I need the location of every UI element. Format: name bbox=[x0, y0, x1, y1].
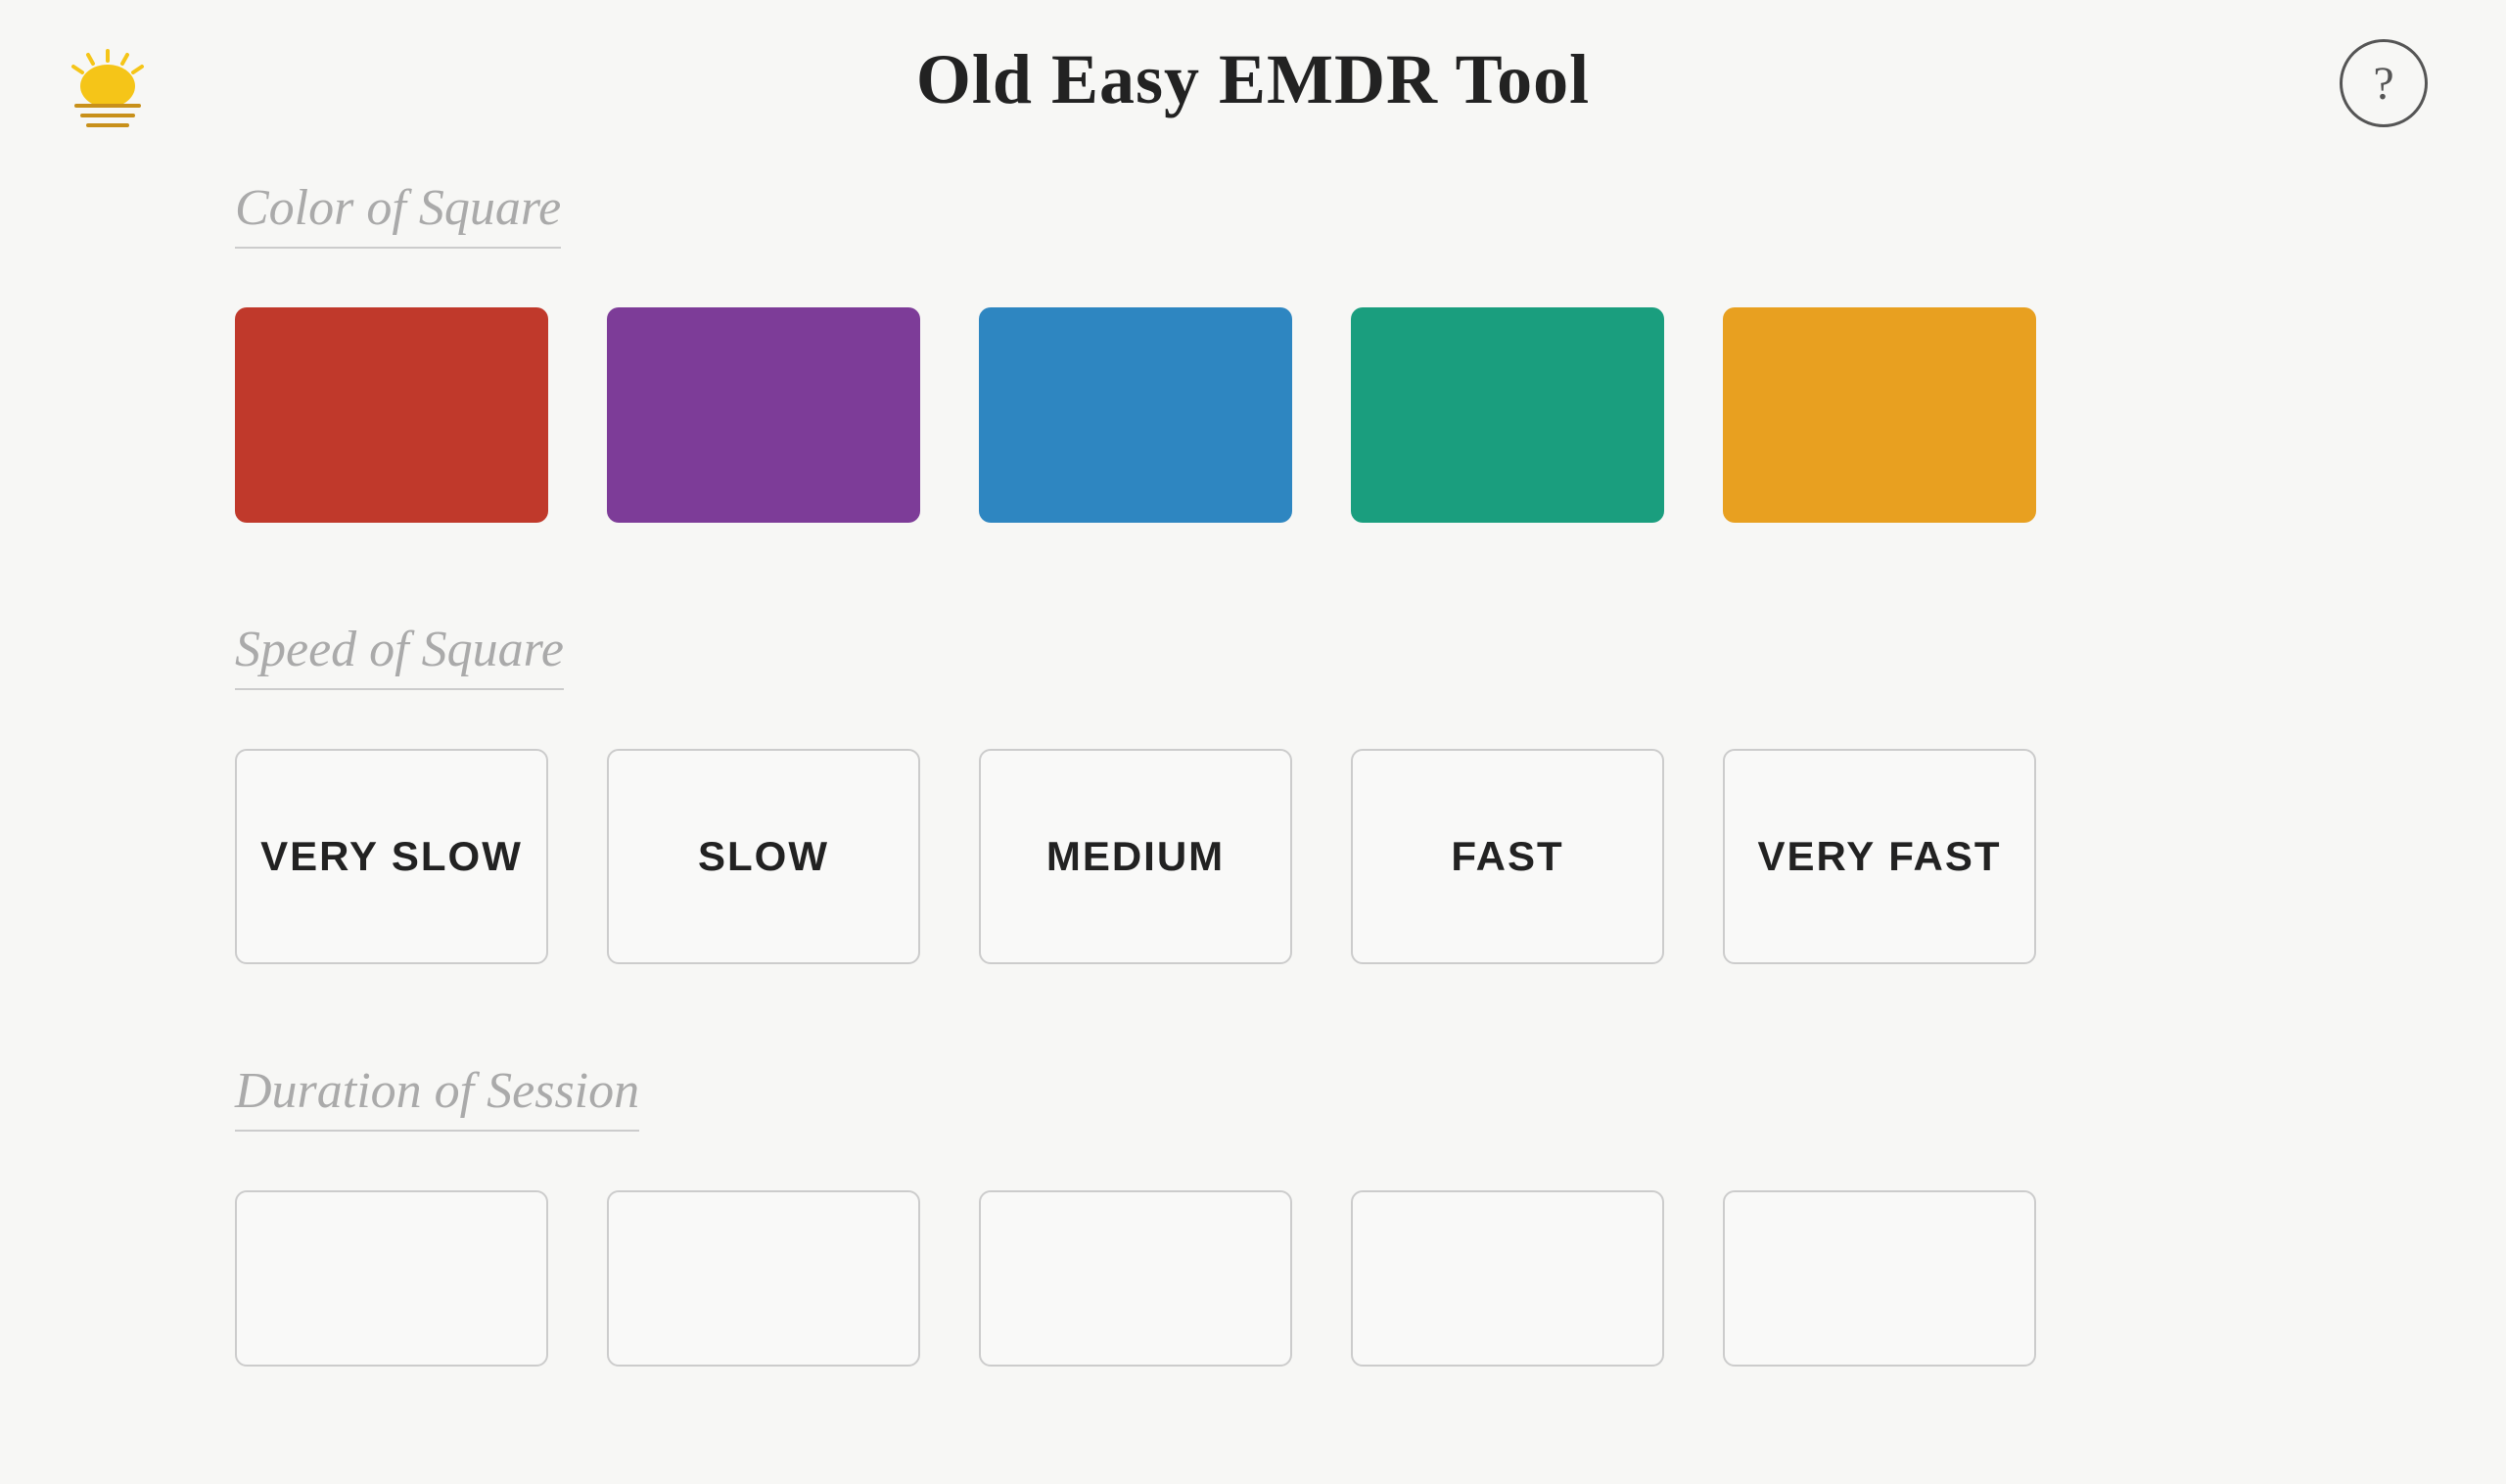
duration-unlimited-button[interactable] bbox=[1723, 1190, 2036, 1367]
color-swatch-purple[interactable] bbox=[607, 307, 920, 523]
speed-slow-button[interactable]: SLOW bbox=[607, 749, 920, 964]
speed-button-row: VERY SLOW SLOW MEDIUM FAST VERY FAST bbox=[235, 749, 2271, 964]
color-swatch-blue[interactable] bbox=[979, 307, 1292, 523]
app-header: Old Easy EMDR Tool ? bbox=[0, 0, 2506, 140]
duration-section-label: Duration of Session bbox=[235, 1062, 639, 1132]
color-swatch-teal[interactable] bbox=[1351, 307, 1664, 523]
speed-fast-button[interactable]: FAST bbox=[1351, 749, 1664, 964]
question-mark-icon: ? bbox=[2373, 57, 2393, 111]
page-title: Old Easy EMDR Tool bbox=[916, 39, 1590, 120]
speed-section-label: Speed of Square bbox=[235, 621, 564, 690]
speed-very-slow-button[interactable]: VERY SLOW bbox=[235, 749, 548, 964]
duration-5min-button[interactable] bbox=[607, 1190, 920, 1367]
duration-1min-button[interactable] bbox=[235, 1190, 548, 1367]
help-button[interactable]: ? bbox=[2340, 39, 2428, 127]
main-content: Color of Square Speed of Square VERY SLO… bbox=[0, 140, 2506, 1484]
color-swatch-red[interactable] bbox=[235, 307, 548, 523]
duration-10min-button[interactable] bbox=[979, 1190, 1292, 1367]
speed-section: Speed of Square VERY SLOW SLOW MEDIUM FA… bbox=[235, 621, 2271, 964]
speed-very-fast-button[interactable]: VERY FAST bbox=[1723, 749, 2036, 964]
duration-button-row bbox=[235, 1190, 2271, 1367]
color-section-label: Color of Square bbox=[235, 179, 561, 249]
color-swatch-orange[interactable] bbox=[1723, 307, 2036, 523]
app-logo bbox=[59, 39, 157, 142]
duration-section: Duration of Session bbox=[235, 1062, 2271, 1367]
color-section: Color of Square bbox=[235, 179, 2271, 523]
color-swatch-row bbox=[235, 307, 2271, 523]
duration-15min-button[interactable] bbox=[1351, 1190, 1664, 1367]
speed-medium-button[interactable]: MEDIUM bbox=[979, 749, 1292, 964]
